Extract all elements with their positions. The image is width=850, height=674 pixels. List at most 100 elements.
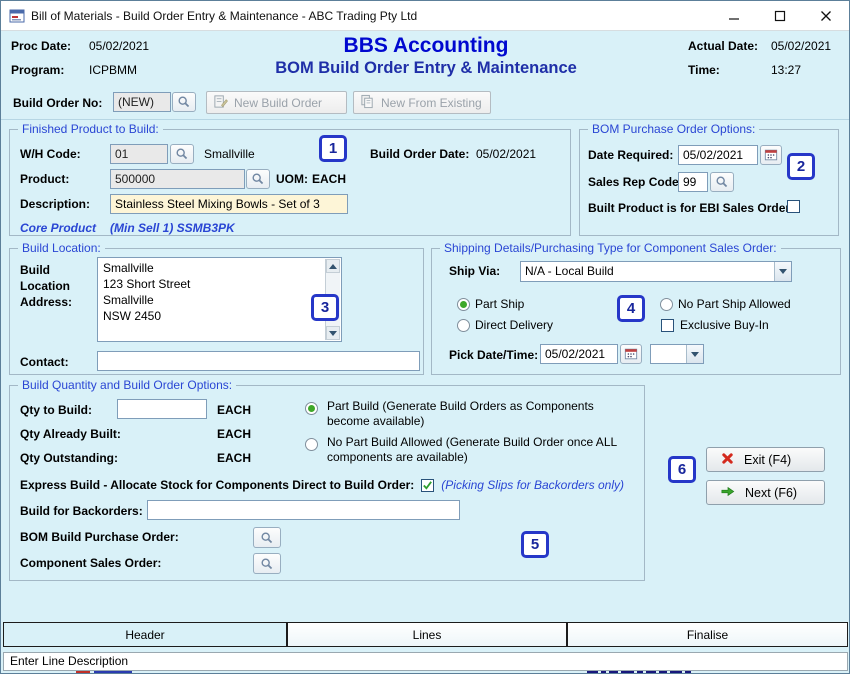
header-separator [1,119,850,120]
bom-build-po-search-button[interactable] [253,527,281,548]
no-part-build-radio[interactable] [305,438,318,451]
product-field[interactable] [110,169,245,189]
part-ship-radio[interactable] [457,298,470,311]
product-label: Product: [20,172,69,186]
build-order-no-label: Build Order No: [13,96,102,110]
chevron-down-icon[interactable] [686,345,703,363]
finished-product-group: Finished Product to Build: W/H Code: Sma… [9,129,571,236]
pick-date-time-label: Pick Date/Time: [449,348,538,362]
address-label: Build Location Address: [20,262,72,310]
maximize-button[interactable] [757,1,803,31]
new-build-order-label: New Build Order [234,96,322,110]
date-required-field[interactable] [678,145,758,165]
scroll-down-icon[interactable] [326,326,340,340]
build-for-backorders-label: Build for Backorders: [20,504,143,518]
date-required-calendar-button[interactable] [760,145,782,165]
express-build-note: (Picking Slips for Backorders only) [441,478,624,492]
purchase-order-options-group: BOM Purchase Order Options: Date Require… [579,129,839,236]
new-build-order-icon [213,94,228,112]
build-location-group-title: Build Location: [18,241,105,255]
app-icon [9,8,25,24]
part-build-radio[interactable] [305,402,318,415]
annotation-badge-1: 1 [319,135,347,162]
scroll-up-icon[interactable] [326,259,340,273]
part-ship-label: Part Ship [475,297,524,311]
exit-x-icon [721,452,734,468]
sales-rep-label: Sales Rep Code: [588,175,683,189]
pick-time-dropdown[interactable] [650,344,704,364]
chevron-down-icon[interactable] [774,262,791,281]
core-product-label: Core Product [20,221,96,235]
description-field[interactable] [110,194,348,214]
new-from-existing-button[interactable]: New From Existing [353,91,491,114]
annotation-badge-2: 2 [787,153,815,180]
pick-date-calendar-button[interactable] [620,344,642,364]
wh-code-field[interactable] [110,144,168,164]
ship-via-value: N/A - Local Build [521,262,774,281]
shipping-group-title: Shipping Details/Purchasing Type for Com… [440,241,781,255]
screen-title: BOM Build Order Entry & Maintenance [1,59,850,78]
build-order-search-button[interactable] [172,92,196,112]
qty-to-build-label: Qty to Build: [20,403,92,417]
actual-date-value: 05/02/2021 [771,39,831,53]
wh-code-label: W/H Code: [20,147,81,161]
build-order-no-field[interactable] [113,92,171,112]
annotation-badge-3: 3 [311,294,339,321]
tab-header[interactable]: Header [3,622,287,647]
qty-outstanding-label: Qty Outstanding: [20,451,118,465]
purchase-order-options-title: BOM Purchase Order Options: [588,122,759,136]
component-so-label: Component Sales Order: [20,556,161,570]
annotation-badge-4: 4 [617,295,645,322]
next-button-label: Next (F6) [745,486,797,500]
qty-to-build-field[interactable] [117,399,207,419]
uom-label: UOM: [276,172,308,186]
sales-rep-field[interactable] [678,172,708,192]
build-quantity-group-title: Build Quantity and Build Order Options: [18,378,236,392]
component-so-search-button[interactable] [253,553,281,574]
ship-via-label: Ship Via: [449,264,500,278]
tab-finalise[interactable]: Finalise [567,622,848,647]
ebi-sales-order-checkbox[interactable] [787,200,800,213]
next-arrow-icon [721,485,735,501]
part-build-label: Part Build (Generate Build Orders as Com… [327,399,632,429]
wh-code-search-button[interactable] [170,144,194,164]
address-text: Smallville 123 Short Street Smallville N… [98,258,341,326]
express-build-row: Express Build - Allocate Stock for Compo… [20,478,646,492]
build-location-group: Build Location: Build Location Address: … [9,248,424,375]
express-build-label: Express Build - Allocate Stock for Compo… [20,478,414,492]
title-bar: Bill of Materials - Build Order Entry & … [1,1,849,31]
qty-already-built-label: Qty Already Built: [20,427,121,441]
no-part-build-label: No Part Build Allowed (Generate Build Or… [327,435,632,465]
actual-date-label: Actual Date: [688,39,758,53]
build-order-date-label: Build Order Date: [370,147,469,161]
uom-value: EACH [312,172,346,186]
pick-time-value [651,345,686,363]
annotation-badge-6: 6 [668,456,696,483]
contact-label: Contact: [20,355,69,369]
description-label: Description: [20,197,90,211]
build-for-backorders-field[interactable] [147,500,460,520]
exit-button-label: Exit (F4) [744,453,791,467]
new-build-order-button[interactable]: New Build Order [206,91,347,114]
exit-button[interactable]: Exit (F4) [706,447,825,472]
time-label: Time: [688,63,720,77]
ship-via-dropdown[interactable]: N/A - Local Build [520,261,792,282]
direct-delivery-radio[interactable] [457,319,470,332]
window-title: Bill of Materials - Build Order Entry & … [31,9,711,23]
product-search-button[interactable] [246,169,270,189]
minimize-button[interactable] [711,1,757,31]
time-value: 13:27 [771,63,801,77]
sales-rep-search-button[interactable] [710,172,734,192]
exclusive-buy-in-checkbox[interactable] [661,319,674,332]
express-build-checkbox[interactable] [421,479,434,492]
date-required-label: Date Required: [588,148,673,162]
tab-lines[interactable]: Lines [287,622,567,647]
pick-date-field[interactable] [540,344,618,364]
contact-field[interactable] [97,351,420,371]
no-part-ship-radio[interactable] [660,298,673,311]
core-product-info: (Min Sell 1) SSMB3PK [110,221,235,235]
close-button[interactable] [803,1,849,31]
next-button[interactable]: Next (F6) [706,480,825,505]
new-from-existing-icon [360,94,375,112]
address-textarea[interactable]: Smallville 123 Short Street Smallville N… [97,257,342,342]
